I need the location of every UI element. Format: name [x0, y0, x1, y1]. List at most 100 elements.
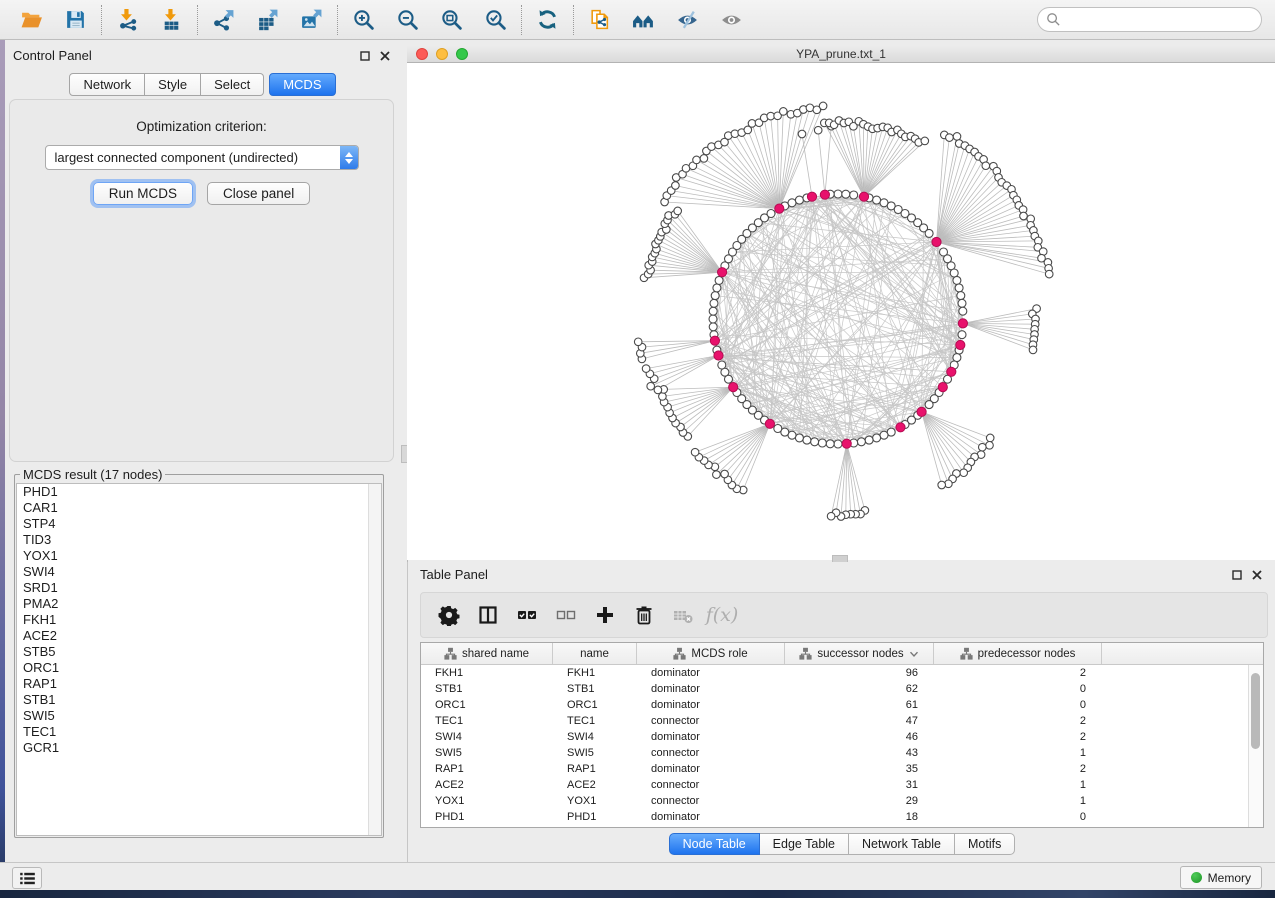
tab-motifs[interactable]: Motifs: [955, 833, 1015, 855]
deselect-all-icon[interactable]: [554, 603, 578, 627]
column-header-MCDS-role[interactable]: MCDS role: [637, 643, 785, 664]
close-panel-button[interactable]: Close panel: [207, 182, 310, 205]
table-cell: 29: [785, 795, 934, 807]
table-row[interactable]: PHD1PHD1dominator180: [421, 809, 1263, 825]
table-cell: ACE2: [421, 779, 553, 791]
mcds-result-item[interactable]: CAR1: [17, 500, 381, 516]
column-selector-icon[interactable]: [476, 603, 500, 627]
network-window-title: YPA_prune.txt_1: [407, 47, 1275, 61]
table-cell: 1: [934, 795, 1102, 807]
mcds-result-item[interactable]: STP4: [17, 516, 381, 532]
export-table-icon[interactable]: [255, 7, 280, 32]
column-header-predecessor-nodes[interactable]: predecessor nodes: [934, 643, 1102, 664]
mcds-result-item[interactable]: YOX1: [17, 548, 381, 564]
float-table-panel-icon[interactable]: [1231, 569, 1242, 580]
column-header-successor-nodes[interactable]: successor nodes: [785, 643, 934, 664]
mcds-result-title: MCDS result (17 nodes): [20, 467, 165, 482]
memory-button[interactable]: Memory: [1180, 866, 1262, 889]
table-scrollbar-thumb[interactable]: [1251, 673, 1260, 749]
column-header-name[interactable]: name: [553, 643, 637, 664]
mcds-result-item[interactable]: TID3: [17, 532, 381, 548]
tab-network[interactable]: Network: [69, 73, 145, 96]
network-view-canvas[interactable]: [407, 63, 1275, 560]
table-scrollbar[interactable]: [1248, 665, 1263, 827]
mcds-result-item[interactable]: ORC1: [17, 660, 381, 676]
mcds-result-item[interactable]: SWI5: [17, 708, 381, 724]
mcds-result-item[interactable]: STB5: [17, 644, 381, 660]
maximize-window-icon[interactable]: [456, 48, 468, 60]
import-network-icon[interactable]: [115, 7, 140, 32]
table-cell: PHD1: [421, 811, 553, 823]
show-all-icon[interactable]: [719, 7, 744, 32]
run-mcds-button[interactable]: Run MCDS: [93, 182, 193, 205]
table-cell: 35: [785, 763, 934, 775]
table-options-icon[interactable]: [437, 603, 461, 627]
mcds-result-list[interactable]: PHD1CAR1STP4TID3YOX1SWI4SRD1PMA2FKH1ACE2…: [16, 483, 382, 836]
tab-edge-table[interactable]: Edge Table: [760, 833, 849, 855]
mcds-result-item[interactable]: FKH1: [17, 612, 381, 628]
table-cell: 43: [785, 747, 934, 759]
search-box[interactable]: [1037, 7, 1262, 32]
mcds-result-item[interactable]: GCR1: [17, 740, 381, 756]
table-cell: RAP1: [553, 763, 637, 775]
table-row[interactable]: TEC1TEC1connector472: [421, 713, 1263, 729]
search-input[interactable]: [1061, 11, 1253, 28]
export-network-icon[interactable]: [211, 7, 236, 32]
mcds-result-item[interactable]: SRD1: [17, 580, 381, 596]
mcds-result-item[interactable]: PHD1: [17, 484, 381, 500]
network-graph[interactable]: [407, 63, 1275, 560]
mcds-result-item[interactable]: PMA2: [17, 596, 381, 612]
control-panel-title: Control Panel: [13, 48, 92, 63]
table-cell: connector: [637, 779, 785, 791]
mcds-list-scrollbar[interactable]: [368, 484, 381, 835]
delete-table-icon[interactable]: [671, 603, 695, 627]
table-row[interactable]: SWI4SWI4dominator462: [421, 729, 1263, 745]
hide-selected-icon[interactable]: [675, 7, 700, 32]
tab-node-table[interactable]: Node Table: [669, 833, 760, 855]
tab-style[interactable]: Style: [145, 73, 201, 96]
criterion-dropdown[interactable]: largest connected component (undirected): [45, 145, 359, 170]
mcds-result-item[interactable]: TEC1: [17, 724, 381, 740]
zoom-in-icon[interactable]: [351, 7, 376, 32]
tab-select[interactable]: Select: [201, 73, 264, 96]
zoom-out-icon[interactable]: [395, 7, 420, 32]
table-cell: PHD1: [553, 811, 637, 823]
close-window-icon[interactable]: [416, 48, 428, 60]
first-neighbors-icon[interactable]: [631, 7, 656, 32]
apply-function-icon[interactable]: f(x): [710, 603, 734, 627]
mcds-result-item[interactable]: ACE2: [17, 628, 381, 644]
table-cell: 1: [934, 747, 1102, 759]
zoom-fit-icon[interactable]: [439, 7, 464, 32]
zoom-selected-icon[interactable]: [483, 7, 508, 32]
table-row[interactable]: ORC1ORC1dominator610: [421, 697, 1263, 713]
close-panel-icon[interactable]: [379, 50, 390, 61]
table-row[interactable]: ACE2ACE2connector311: [421, 777, 1263, 793]
duplicate-network-icon[interactable]: [587, 7, 612, 32]
mcds-result-item[interactable]: STB1: [17, 692, 381, 708]
select-all-icon[interactable]: [515, 603, 539, 627]
node-table: shared namenameMCDS rolesuccessor nodesp…: [420, 642, 1264, 828]
add-column-icon[interactable]: [593, 603, 617, 627]
table-row[interactable]: FKH1FKH1dominator962: [421, 665, 1263, 681]
export-image-icon[interactable]: [299, 7, 324, 32]
mcds-result-item[interactable]: SWI4: [17, 564, 381, 580]
import-table-icon[interactable]: [159, 7, 184, 32]
tab-network-table[interactable]: Network Table: [849, 833, 955, 855]
tab-mcds[interactable]: MCDS: [269, 73, 335, 96]
minimize-window-icon[interactable]: [436, 48, 448, 60]
status-bar: Memory: [0, 862, 1275, 890]
table-row[interactable]: RAP1RAP1dominator352: [421, 761, 1263, 777]
table-cell: connector: [637, 795, 785, 807]
table-row[interactable]: STB1STB1dominator620: [421, 681, 1263, 697]
task-history-button[interactable]: [12, 867, 42, 889]
float-window-icon[interactable]: [359, 50, 370, 61]
close-table-panel-icon[interactable]: [1251, 569, 1262, 580]
table-row[interactable]: YOX1YOX1connector291: [421, 793, 1263, 809]
delete-column-icon[interactable]: [632, 603, 656, 627]
mcds-result-item[interactable]: RAP1: [17, 676, 381, 692]
apply-preferred-layout-icon[interactable]: [535, 7, 560, 32]
save-session-icon[interactable]: [63, 7, 88, 32]
open-file-icon[interactable]: [19, 7, 44, 32]
table-row[interactable]: SWI5SWI5connector431: [421, 745, 1263, 761]
column-header-shared-name[interactable]: shared name: [421, 643, 553, 664]
